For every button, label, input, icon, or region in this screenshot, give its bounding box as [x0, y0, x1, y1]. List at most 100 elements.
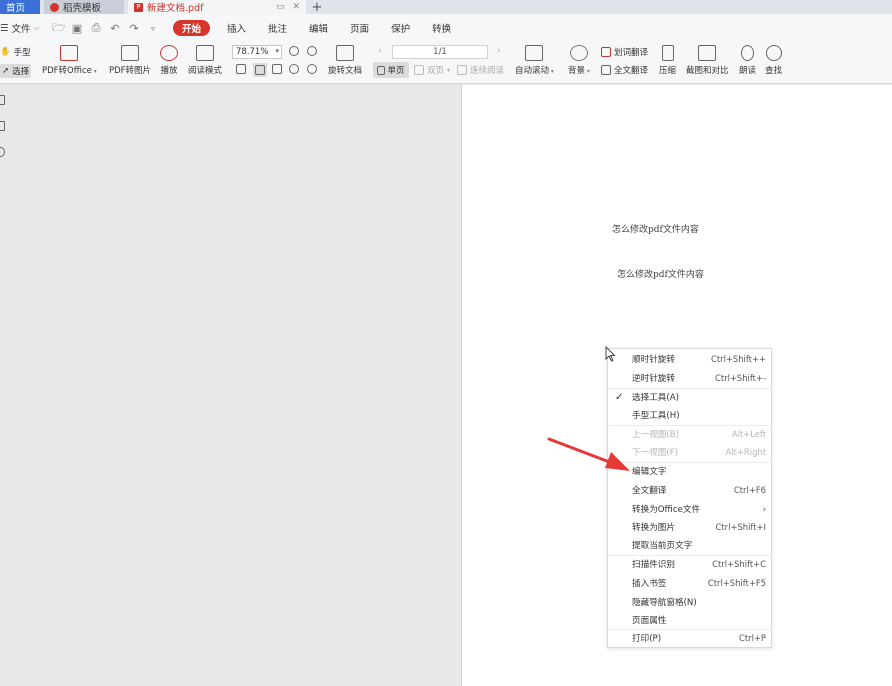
tab-edit[interactable]: 编辑	[298, 21, 339, 35]
tab-start[interactable]: 开始	[173, 20, 211, 36]
compress-button[interactable]: 压缩	[659, 45, 676, 76]
menu-item-label: 扫描件识别	[632, 560, 675, 570]
full-translate-button[interactable]: 全文翻译	[601, 64, 648, 76]
play-button[interactable]: 播放	[160, 45, 178, 76]
ribbon-toolbar: ✋ 手型 ➚ 选择 PDF转Office ▾ PDF转图片 播放 阅读模式 78…	[0, 42, 892, 84]
thumbnail-icon[interactable]	[0, 121, 5, 131]
pdf-to-image-label: PDF转图片	[109, 66, 152, 76]
menu-item-next-view[interactable]: 下一视图(F) Alt+Right	[608, 443, 773, 461]
quick-access-toolbar: 🗁 ▣ ⎙ ↶ ↷ ▿	[52, 19, 159, 38]
checkmark-icon: ✓	[615, 391, 624, 403]
menu-item-rotate-counterclockwise[interactable]: 逆时针旋转 Ctrl+Shift+-	[608, 369, 773, 387]
find-button[interactable]: 查找	[765, 45, 782, 76]
tab-protect[interactable]: 保护	[380, 21, 421, 35]
menu-item-shortcut: Ctrl+P	[739, 633, 766, 643]
background-button[interactable]: 背景 ▾	[568, 45, 590, 76]
screenshot-compare-label: 截图和对比	[686, 66, 729, 76]
find-label: 查找	[765, 66, 783, 76]
word-translate-button[interactable]: 划词翻译	[601, 46, 648, 58]
menu-item-shortcut: Ctrl+F6	[733, 485, 766, 495]
menu-item-shortcut: Ctrl+Shift+F5	[707, 578, 766, 588]
rotate-left-icon[interactable]	[289, 64, 299, 74]
tab-document[interactable]: P 新建文档.pdf ▭ ✕	[128, 0, 306, 14]
single-page-button[interactable]: 单页	[373, 62, 409, 78]
menu-item-convert-office[interactable]: 转换为Office文件 ›	[608, 500, 773, 518]
annotation-icon[interactable]	[0, 147, 5, 157]
plus-icon: +	[311, 0, 323, 15]
continuous-read-button[interactable]: 连续阅读	[457, 64, 504, 76]
auto-scroll-button[interactable]: 自动滚动 ▾	[515, 45, 554, 76]
close-icon[interactable]: ✕	[292, 2, 300, 12]
book-icon	[196, 45, 214, 61]
rotate-document-button[interactable]: 旋转文档	[328, 45, 362, 76]
customize-dropdown-icon[interactable]: ▿	[147, 24, 159, 33]
document-text-line-2[interactable]: 怎么修改pdf文件内容	[617, 267, 704, 280]
double-page-label: 双页	[427, 66, 445, 76]
select-tool-button[interactable]: ➚ 选择	[0, 64, 32, 78]
new-tab-button[interactable]: +	[306, 0, 328, 15]
next-page-icon[interactable]: ›	[497, 46, 500, 56]
menu-item-page-properties[interactable]: 页面属性	[608, 611, 773, 629]
fit-page-icon[interactable]	[253, 63, 267, 77]
tab-home[interactable]: 首页	[0, 0, 40, 14]
menu-item-previous-view[interactable]: 上一视图(B) Alt+Left	[608, 425, 773, 443]
prev-page-icon[interactable]: ‹	[378, 46, 381, 56]
fit-width-icon[interactable]	[272, 64, 282, 74]
hand-tool-button[interactable]: ✋ 手型	[0, 46, 31, 58]
read-mode-button[interactable]: 阅读模式	[188, 45, 222, 76]
zoom-input[interactable]: 78.71% ▾	[232, 45, 282, 59]
read-aloud-button[interactable]: 朗读	[739, 45, 756, 76]
menu-item-rotate-clockwise[interactable]: 顺时针旋转 Ctrl+Shift++	[608, 350, 773, 368]
pdf-file-icon: P	[134, 2, 143, 12]
menu-item-hand-tool[interactable]: 手型工具(H)	[608, 406, 773, 424]
screenshot-compare-button[interactable]: 截图和对比	[686, 45, 729, 76]
pdf-to-office-button[interactable]: PDF转Office ▾	[42, 45, 97, 76]
zoom-dropdown-icon: ▾	[275, 47, 279, 55]
actual-size-icon[interactable]	[236, 64, 246, 74]
full-translate-label: 全文翻译	[614, 66, 649, 76]
tab-insert[interactable]: 插入	[216, 21, 257, 35]
page-number-input[interactable]: 1/1	[392, 45, 488, 59]
menu-item-label: 转换为图片	[632, 523, 675, 533]
navigation-strip	[0, 85, 14, 686]
double-page-icon	[414, 65, 424, 75]
tab-annotate[interactable]: 批注	[257, 21, 298, 35]
auto-scroll-label: 自动滚动	[515, 66, 550, 76]
tab-template[interactable]: 稻壳模板	[44, 0, 124, 14]
rotate-right-icon[interactable]	[307, 64, 317, 74]
tab-page[interactable]: 页面	[339, 21, 380, 35]
menu-item-print[interactable]: 打印(P) Ctrl+P	[608, 629, 773, 647]
menu-item-shortcut: Ctrl+Shift+I	[715, 522, 766, 532]
zoom-out-icon[interactable]	[289, 46, 299, 56]
menu-item-insert-bookmark[interactable]: 插入书签 Ctrl+Shift+F5	[608, 574, 773, 592]
menu-item-shortcut: Ctrl+Shift++	[711, 354, 766, 364]
single-page-label: 单页	[387, 66, 405, 76]
bookmark-icon[interactable]	[0, 95, 5, 105]
menu-item-select-tool[interactable]: ✓ 选择工具(A)	[608, 388, 773, 406]
open-folder-icon[interactable]: 🗁	[52, 19, 66, 38]
hamburger-icon: ☰	[0, 22, 9, 34]
menu-item-convert-image[interactable]: 转换为图片 Ctrl+Shift+I	[608, 518, 773, 536]
pin-icon[interactable]: ▭	[276, 2, 285, 12]
menu-item-extract-text[interactable]: 提取当前页文字	[608, 536, 773, 554]
file-menu[interactable]: ☰ 文件 ⌵	[0, 21, 46, 36]
menu-item-label: 全文翻译	[632, 486, 667, 496]
document-text-line-1[interactable]: 怎么修改pdf文件内容	[612, 222, 699, 235]
continuous-read-icon	[457, 65, 467, 75]
menu-item-full-translate[interactable]: 全文翻译 Ctrl+F6	[608, 481, 773, 499]
menu-item-scan-recognition[interactable]: 扫描件识别 Ctrl+Shift+C	[608, 555, 773, 573]
menu-item-hide-nav-pane[interactable]: 隐藏导航窗格(N)	[608, 593, 773, 611]
search-icon	[765, 45, 782, 61]
undo-icon[interactable]: ↶	[109, 22, 121, 35]
zoom-in-icon[interactable]	[307, 46, 317, 56]
double-page-button[interactable]: 双页 ▾	[414, 64, 450, 76]
save-icon[interactable]: ▣	[71, 22, 83, 35]
ribbon-tabs: 开始 插入 批注 编辑 页面 保护 转换	[173, 20, 462, 36]
pdf-to-image-button[interactable]: PDF转图片	[109, 45, 151, 76]
menu-item-edit-text[interactable]: 编辑文字	[608, 462, 773, 480]
rotate-page-icon	[336, 45, 354, 61]
submenu-arrow-icon: ›	[762, 504, 766, 514]
tab-convert[interactable]: 转换	[421, 21, 462, 35]
print-icon[interactable]: ⎙	[90, 21, 102, 35]
redo-icon[interactable]: ↷	[128, 22, 140, 35]
